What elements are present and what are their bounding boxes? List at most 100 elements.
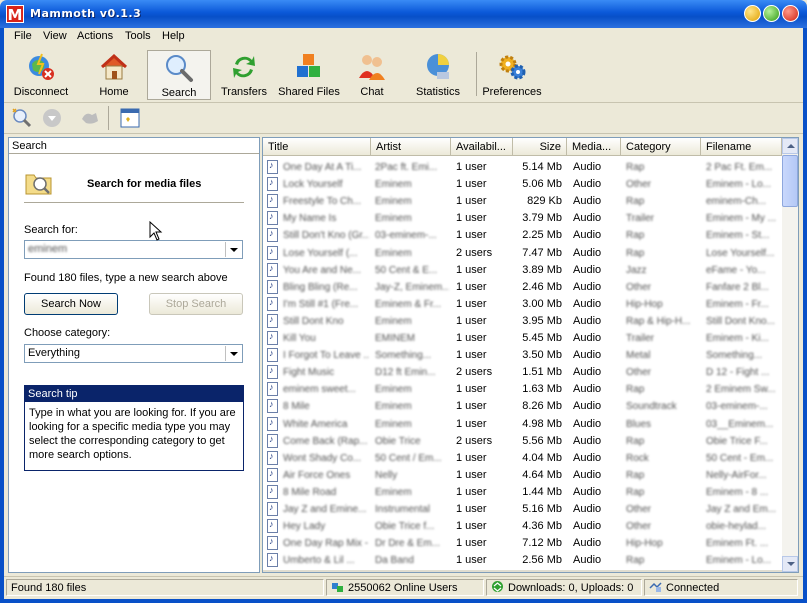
disconnect-button[interactable]: Disconnect bbox=[8, 50, 74, 100]
column-header-size[interactable]: Size bbox=[513, 138, 567, 156]
cell-category: Rap bbox=[626, 555, 645, 567]
cell-size: 4.98 Mb bbox=[522, 417, 562, 430]
vertical-scrollbar[interactable] bbox=[782, 138, 798, 572]
column-header-title[interactable]: Title bbox=[263, 138, 371, 156]
table-row[interactable]: Lock Yourself Eminem 1 user 5.06 Mb Audio Oth… bbox=[263, 176, 781, 193]
column-header-filename[interactable]: Filename bbox=[701, 138, 782, 156]
table-row[interactable]: Umberto & Lil ... Da Band 1 user 2.56 Mb Aud… bbox=[263, 552, 781, 569]
cell-category: Other bbox=[626, 179, 652, 191]
cell-availability: 1 user bbox=[456, 451, 487, 464]
table-row[interactable]: Bling Bling (Re... Jay-Z, Eminem... 1 user… bbox=[263, 279, 781, 296]
cell-filename: Lose Yourself... bbox=[706, 247, 775, 259]
shared-files-button[interactable]: Shared Files bbox=[276, 50, 342, 100]
cell-title: Still Don't Kno (Gr... bbox=[283, 230, 369, 242]
status-bar: Found 180 files 2550062 Online Users Dow… bbox=[4, 576, 803, 599]
cell-artist: Da Band bbox=[375, 555, 414, 567]
scroll-up-button[interactable] bbox=[782, 138, 798, 154]
table-row[interactable]: I Forgot To Leave ... Something... 1 user 3… bbox=[263, 347, 781, 364]
table-row[interactable]: One Day At A Ti... 2Pac ft. Emi... 1 user 5… bbox=[263, 159, 781, 176]
transfers-small-icon bbox=[492, 581, 503, 592]
transfers-button[interactable]: Transfers bbox=[216, 50, 272, 100]
chevron-down-icon[interactable] bbox=[225, 346, 241, 361]
audio-file-icon bbox=[267, 228, 278, 243]
search-for-label: Search for: bbox=[24, 224, 78, 236]
column-header-category[interactable]: Category bbox=[621, 138, 701, 156]
column-header-media[interactable]: Media... bbox=[567, 138, 621, 156]
table-row[interactable]: Still Dont Kno Eminem 1 user 3.95 Mb Audio Ra… bbox=[263, 313, 781, 330]
search-panel-title: Search for media files bbox=[87, 178, 202, 190]
menu-view[interactable]: View bbox=[43, 30, 67, 42]
table-row[interactable]: I'm Still #1 (Fre... Eminem & Fr... 1 user… bbox=[263, 296, 781, 313]
cell-size: 5.16 Mb bbox=[522, 503, 562, 515]
cell-availability: 1 user bbox=[456, 178, 487, 191]
table-row[interactable]: 8 Mile Eminem 1 user 8.26 Mb Audio Soundtrack… bbox=[263, 398, 781, 415]
stop-search-button[interactable]: Stop Search bbox=[149, 293, 243, 315]
column-header-artist[interactable]: Artist bbox=[371, 138, 451, 156]
search-input-value: eminem bbox=[28, 243, 68, 255]
cell-availability: 1 user bbox=[456, 485, 487, 498]
menu-actions[interactable]: Actions bbox=[77, 30, 113, 42]
table-row[interactable]: 8 Mile Road Eminem 1 user 1.44 Mb Audio Rap Em… bbox=[263, 484, 781, 501]
category-select[interactable]: Everything bbox=[24, 344, 243, 363]
cell-size: 5.14 Mb bbox=[522, 161, 562, 173]
table-row[interactable]: Come Back (Rap... Obie Trice 2 users 5.56 M… bbox=[263, 433, 781, 450]
audio-file-icon bbox=[267, 519, 278, 534]
chevron-down-icon[interactable] bbox=[225, 242, 241, 257]
search-now-button[interactable]: Search Now bbox=[24, 293, 118, 315]
cell-artist: Eminem bbox=[375, 486, 412, 498]
cell-availability: 1 user bbox=[456, 400, 487, 413]
table-row[interactable]: You Are and Ne... 50 Cent & E... 1 user 3.8… bbox=[263, 262, 781, 279]
stop-icon[interactable] bbox=[40, 107, 64, 129]
window-frame-bottom bbox=[0, 599, 807, 603]
window-frame-right bbox=[803, 28, 807, 603]
preferences-button[interactable]: Preferences bbox=[480, 50, 544, 100]
scroll-down-button[interactable] bbox=[782, 556, 798, 572]
cell-category: Blues bbox=[626, 418, 652, 430]
new-search-icon[interactable] bbox=[10, 107, 34, 129]
results-table[interactable]: Title Artist Availabil... Size Media... … bbox=[262, 137, 799, 573]
cell-size: 2.46 Mb bbox=[522, 280, 562, 293]
table-row[interactable]: Still Don't Kno (Gr... 03-eminem-... 1 use… bbox=[263, 227, 781, 244]
title-bar[interactable]: M Mammoth v0.1.3 bbox=[0, 0, 807, 28]
cell-size: 5.06 Mb bbox=[522, 178, 562, 191]
maximize-button[interactable] bbox=[763, 5, 780, 22]
scroll-thumb[interactable] bbox=[782, 155, 798, 207]
cell-availability: 1 user bbox=[456, 314, 487, 327]
window-view-icon[interactable] bbox=[118, 107, 142, 129]
cell-filename: Eminem - Ki... bbox=[706, 333, 769, 344]
table-row[interactable]: Air Force Ones Nelly 1 user 4.64 Mb Audio Rap… bbox=[263, 467, 781, 484]
cell-availability: 1 user bbox=[456, 520, 487, 533]
download-icon[interactable] bbox=[78, 107, 102, 129]
menu-help[interactable]: Help bbox=[162, 30, 185, 42]
cell-category: Rap bbox=[626, 435, 645, 447]
audio-file-icon bbox=[267, 279, 278, 294]
table-row[interactable]: Lose Yourself (... Eminem 2 users 7.47 Mb Au… bbox=[263, 245, 781, 262]
search-input[interactable]: eminem bbox=[24, 240, 243, 259]
chat-button[interactable]: Chat bbox=[349, 50, 395, 100]
toolbar-separator bbox=[476, 52, 477, 96]
table-row[interactable]: Fight Music D12 ft Emin... 2 users 1.51 Mb A… bbox=[263, 364, 781, 381]
menu-file[interactable]: File bbox=[14, 30, 32, 42]
table-row[interactable]: White America Eminem 1 user 4.98 Mb Audio Blu… bbox=[263, 416, 781, 433]
cell-title: White America bbox=[283, 418, 348, 430]
search-tab-button[interactable]: Search bbox=[147, 50, 211, 100]
window-title: Mammoth v0.1.3 bbox=[30, 7, 142, 20]
table-row[interactable]: Jay Z and Emine... Instrumental 1 user 5.16… bbox=[263, 501, 781, 518]
table-row[interactable]: My Name Is Eminem 1 user 3.79 Mb Audio Traile… bbox=[263, 210, 781, 227]
home-button[interactable]: Home bbox=[84, 50, 144, 100]
column-header-availability[interactable]: Availabil... bbox=[451, 138, 513, 156]
minimize-button[interactable] bbox=[744, 5, 761, 22]
audio-file-icon bbox=[267, 160, 278, 174]
table-row[interactable]: One Day Rap Mix - E... Dr Dre & Em... 1 us… bbox=[263, 535, 781, 552]
horizontal-scrollbar[interactable] bbox=[263, 570, 782, 572]
statistics-button[interactable]: Statistics bbox=[406, 50, 470, 100]
cell-availability: 1 user bbox=[456, 297, 487, 310]
table-row[interactable]: Freestyle To Ch... Eminem 1 user 829 Kb Audi… bbox=[263, 193, 781, 210]
table-row[interactable]: Wont Shady Co... 50 Cent / Em... 1 user 4.0… bbox=[263, 450, 781, 467]
table-row[interactable]: Kill You EMINEM 1 user 5.45 Mb Audio Trailer E… bbox=[263, 330, 781, 347]
table-row[interactable]: Hey Lady Obie Trice f... 1 user 4.36 Mb Audi… bbox=[263, 518, 781, 535]
menu-tools[interactable]: Tools bbox=[125, 30, 151, 42]
table-row[interactable]: eminem sweet... Eminem 1 user 1.63 Mb Audio R… bbox=[263, 381, 781, 398]
cell-media: Audio bbox=[573, 161, 602, 173]
close-button[interactable] bbox=[782, 5, 799, 22]
